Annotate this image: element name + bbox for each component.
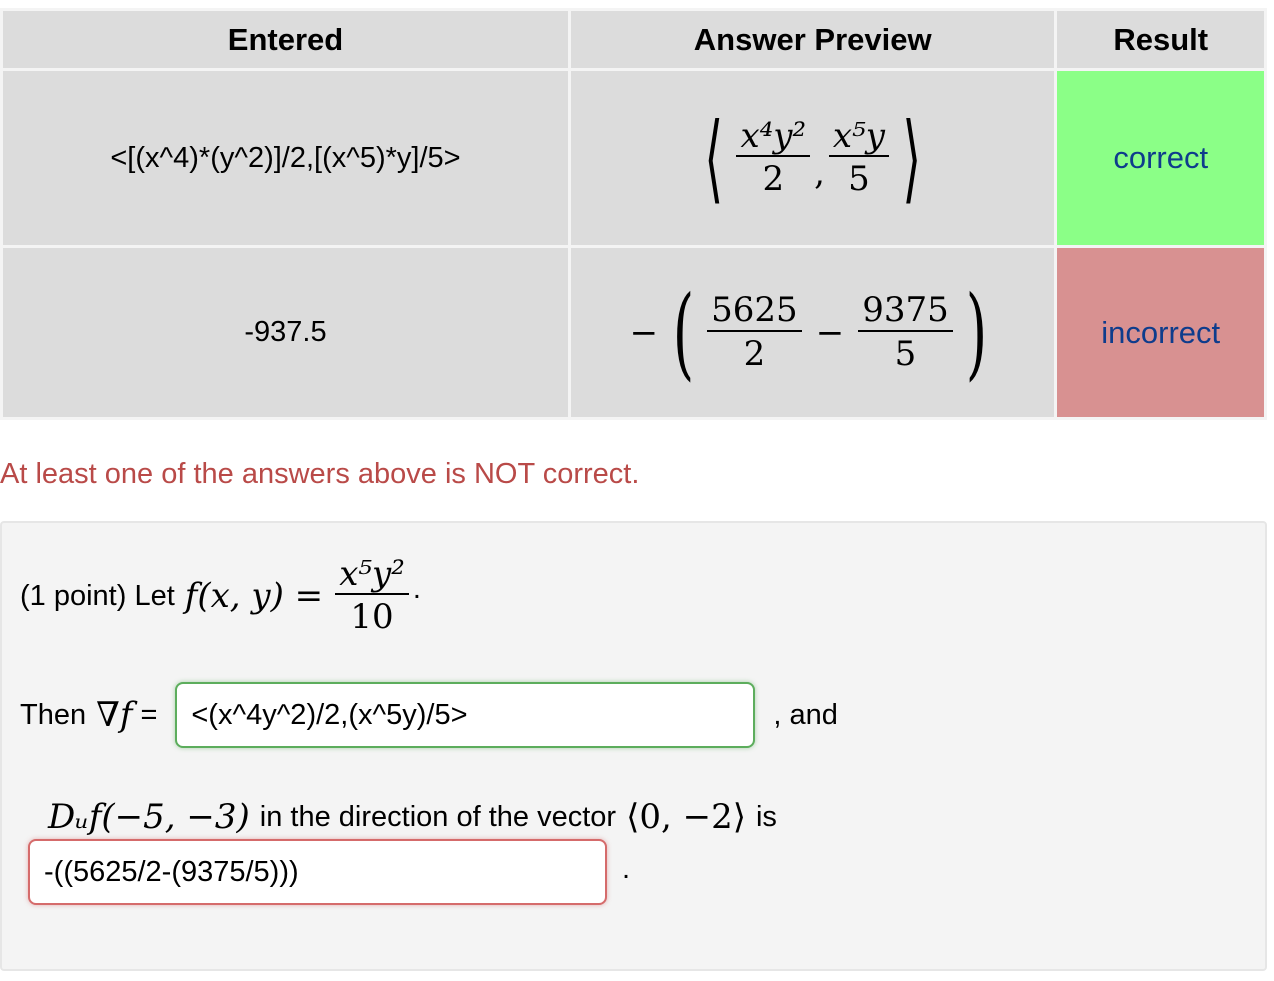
right-angle-bracket: ⟩ [902, 102, 922, 214]
entered-cell: <[(x^4)*(y^2)]/2,[(x^5)*y]/5> [0, 68, 571, 248]
direction-vector: ⟨0, −2⟩ [626, 797, 746, 837]
trailing-period: . [622, 853, 631, 885]
gradient-line: Then ∇f = , and [20, 681, 838, 749]
results-table: Entered Answer Preview Result <[(x^4)*(y… [0, 8, 1267, 420]
numerator: x⁵y [832, 115, 885, 156]
points-label: (1 point) Let [20, 579, 175, 612]
denominator: 10 [335, 593, 409, 636]
minus-sign: − [629, 312, 659, 353]
is-text: is [755, 800, 777, 833]
separator: , [814, 153, 825, 193]
numerator: x⁴y² [740, 115, 807, 156]
table-row: -937.5 − ( 5625 2 − 9375 5 ) incorrect [0, 245, 1267, 420]
denominator: 2 [707, 329, 802, 373]
feedback-message: At least one of the answers above is NOT… [0, 458, 640, 490]
table-row: <[(x^4)*(y^2)]/2,[(x^5)*y]/5> ⟨ x⁴y² 2 ,… [0, 68, 1267, 248]
denominator: 2 [736, 155, 811, 198]
directional-derivative-line: Dᵤf(−5, −3) in the direction of the vect… [48, 787, 777, 847]
fraction: x⁵y 5 [828, 115, 889, 199]
function-fraction: x⁵y² 10 [335, 553, 409, 637]
numerator: x⁵y² [339, 553, 405, 594]
preview-cell: − ( 5625 2 − 9375 5 ) [567, 245, 1058, 420]
fraction: x⁴y² 2 [736, 115, 811, 199]
preview-math: ⟨ x⁴y² 2 , x⁵y 5 ⟩ [695, 110, 930, 206]
minus-sign: − [815, 312, 845, 353]
header-result: Result [1054, 8, 1267, 71]
then-label: Then [20, 698, 87, 731]
and-text: , and [773, 698, 838, 731]
entered-cell: -937.5 [0, 245, 571, 420]
problem-statement: (1 point) Let f(x, y) = x⁵y² 10 . [20, 541, 421, 651]
right-paren: ) [965, 273, 987, 391]
direction-text: in the direction of the vector [259, 800, 617, 833]
numerator: 9375 [862, 290, 949, 331]
header-entered: Entered [0, 8, 571, 71]
left-angle-bracket: ⟨ [704, 102, 724, 214]
gradient-symbol: ∇f [96, 695, 133, 735]
problem-box: (1 point) Let f(x, y) = x⁵y² 10 . Then ∇… [0, 521, 1267, 971]
denominator: 5 [828, 155, 889, 198]
numerator: 5625 [711, 290, 798, 331]
period: . [412, 573, 421, 606]
result-badge-incorrect: incorrect [1054, 245, 1267, 420]
equals-sign: = [140, 698, 158, 731]
left-paren: ( [672, 273, 695, 391]
result-badge-correct: correct [1054, 68, 1267, 248]
function-lhs: f(x, y) = [184, 576, 324, 616]
directional-expression: Dᵤf(−5, −3) [48, 797, 250, 837]
fraction: 5625 2 [707, 290, 802, 373]
directional-answer-input[interactable] [28, 839, 607, 905]
fraction: 9375 5 [858, 290, 953, 373]
gradient-answer-input[interactable] [175, 682, 756, 748]
results-header-row: Entered Answer Preview Result [0, 8, 1267, 71]
preview-math: − ( 5625 2 − 9375 5 ) [629, 273, 996, 391]
header-answer-preview: Answer Preview [567, 8, 1058, 71]
preview-cell: ⟨ x⁴y² 2 , x⁵y 5 ⟩ [567, 68, 1058, 248]
denominator: 5 [858, 329, 953, 373]
function-definition: f(x, y) = x⁵y² 10 . [184, 553, 421, 637]
